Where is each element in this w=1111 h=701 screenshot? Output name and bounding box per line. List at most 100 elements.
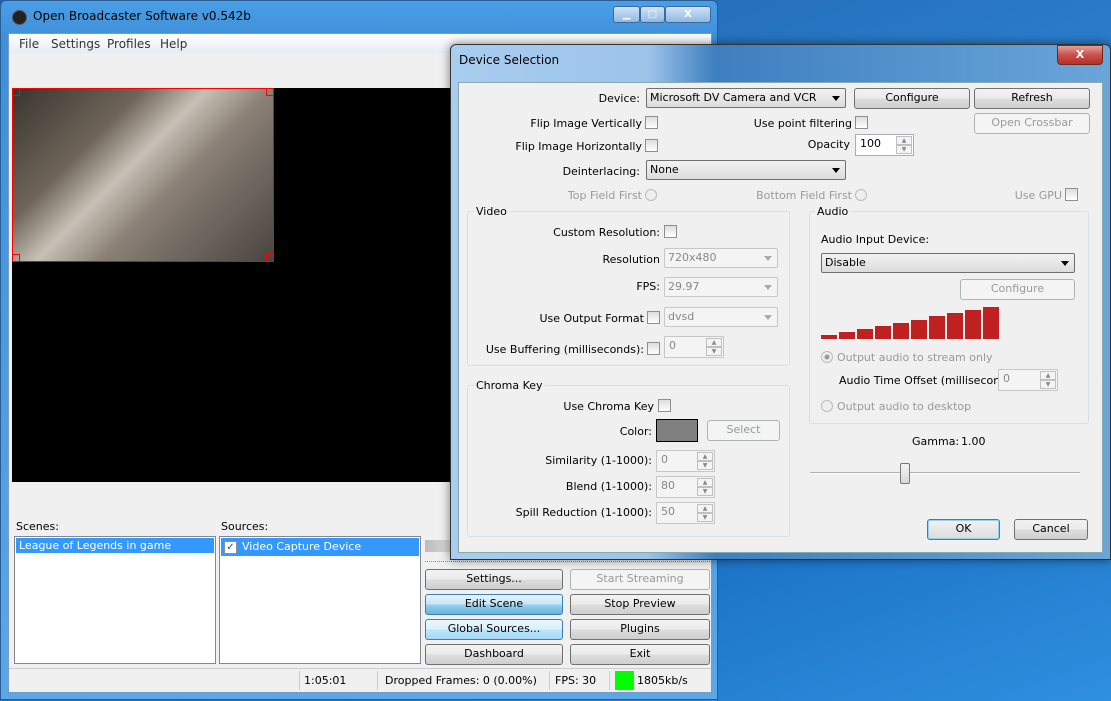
chevron-down-icon: [764, 285, 772, 290]
resize-handle[interactable]: [266, 254, 274, 262]
use-chroma-key-checkbox[interactable]: [658, 399, 671, 412]
buffering-spinner[interactable]: 0 ▲ ▼: [664, 336, 724, 358]
sources-list[interactable]: ✓ Video Capture Device: [219, 536, 421, 664]
menu-file[interactable]: File: [19, 37, 39, 51]
resolution-dropdown[interactable]: 720x480: [664, 248, 778, 268]
opacity-label: Opacity: [807, 138, 850, 151]
ok-button[interactable]: OK: [927, 519, 1000, 540]
buffering-checkbox[interactable]: [647, 342, 660, 355]
resize-handle[interactable]: [266, 88, 274, 96]
audio-configure-button[interactable]: Configure: [960, 279, 1075, 300]
chroma-key-group-title: Chroma Key: [474, 379, 545, 392]
audio-offset-spinner[interactable]: 0 ▲ ▼: [998, 369, 1058, 391]
output-format-checkbox[interactable]: [647, 311, 660, 324]
blend-label: Blend (1-1000):: [565, 480, 652, 493]
scene-item[interactable]: League of Legends in game: [16, 538, 214, 553]
scenes-list[interactable]: League of Legends in game: [14, 536, 216, 664]
menu-help[interactable]: Help: [160, 37, 187, 51]
plugins-button[interactable]: Plugins: [570, 619, 710, 640]
gamma-slider-thumb[interactable]: [899, 463, 910, 484]
spin-down-icon[interactable]: ▼: [697, 461, 713, 470]
maximize-button[interactable]: □: [640, 6, 665, 23]
meter-bar: [857, 328, 873, 339]
audio-input-dropdown[interactable]: Disable: [821, 253, 1075, 273]
gamma-slider-track[interactable]: [810, 472, 1080, 474]
spin-up-icon[interactable]: ▲: [697, 504, 713, 513]
output-format-value: dvsd: [668, 310, 695, 323]
edit-scene-button[interactable]: Edit Scene: [425, 594, 563, 615]
resize-handle[interactable]: [12, 88, 20, 96]
flip-horizontal-checkbox[interactable]: [645, 139, 658, 152]
source-checkbox[interactable]: ✓: [224, 540, 237, 554]
chroma-color-swatch[interactable]: [656, 419, 698, 442]
spin-up-icon[interactable]: ▲: [896, 136, 912, 145]
opacity-spinner[interactable]: 100 ▲ ▼: [855, 134, 914, 156]
sources-label: Sources:: [221, 520, 269, 533]
blend-spinner[interactable]: 80 ▲ ▼: [656, 476, 715, 498]
point-filtering-checkbox[interactable]: [855, 116, 868, 129]
bottom-field-first-label: Bottom Field First: [756, 189, 852, 202]
desktop-audio-radio[interactable]: [821, 400, 833, 412]
menu-profiles[interactable]: Profiles: [107, 37, 151, 51]
configure-button[interactable]: Configure: [854, 88, 970, 109]
spin-down-icon[interactable]: ▼: [1040, 380, 1056, 389]
spin-down-icon[interactable]: ▼: [697, 487, 713, 496]
stream-only-label: Output audio to stream only: [837, 351, 993, 364]
dashboard-button[interactable]: Dashboard: [425, 644, 563, 665]
similarity-spinner[interactable]: 0 ▲ ▼: [656, 450, 715, 472]
exit-button[interactable]: Exit: [570, 644, 710, 665]
top-field-first-radio[interactable]: [645, 189, 657, 201]
deinterlacing-label: Deinterlacing:: [562, 165, 640, 178]
spin-up-icon[interactable]: ▲: [697, 478, 713, 487]
use-chroma-key-label: Use Chroma Key: [563, 400, 654, 413]
fps-dropdown[interactable]: 29.97: [664, 277, 778, 297]
deinterlacing-dropdown[interactable]: None: [646, 160, 846, 180]
stream-only-radio[interactable]: [821, 351, 833, 363]
dropped-frames: Dropped Frames: 0 (0.00%): [385, 674, 537, 687]
global-sources-button[interactable]: Global Sources...: [425, 619, 563, 640]
device-dropdown[interactable]: Microsoft DV Camera and VCR: [646, 88, 846, 108]
chevron-down-icon: [832, 168, 840, 173]
color-label: Color:: [619, 425, 652, 438]
top-field-first-label: Top Field First: [567, 189, 642, 202]
desktop-audio-label: Output audio to desktop: [837, 400, 972, 413]
meter-bar: [929, 316, 945, 339]
menu-settings[interactable]: Settings: [51, 37, 100, 51]
device-label: Device:: [598, 92, 640, 105]
spin-up-icon[interactable]: ▲: [706, 338, 722, 347]
resize-handle[interactable]: [12, 254, 20, 262]
use-gpu-checkbox[interactable]: [1065, 188, 1078, 201]
spin-up-icon[interactable]: ▲: [697, 452, 713, 461]
refresh-button[interactable]: Refresh: [974, 88, 1090, 109]
audio-offset-label: Audio Time Offset (milliseconds): [839, 374, 1018, 387]
audio-input-label: Audio Input Device:: [821, 233, 930, 246]
start-streaming-button[interactable]: Start Streaming: [570, 569, 710, 590]
audio-volume-meter: [425, 540, 453, 552]
point-filtering-label: Use point filtering: [753, 117, 852, 130]
video-capture-preview[interactable]: [12, 88, 274, 262]
open-crossbar-button[interactable]: Open Crossbar: [974, 113, 1090, 134]
custom-resolution-checkbox[interactable]: [664, 225, 677, 238]
minimize-button[interactable]: ▁: [613, 6, 640, 23]
source-item[interactable]: ✓ Video Capture Device: [221, 538, 419, 556]
spin-up-icon[interactable]: ▲: [1040, 371, 1056, 380]
cancel-button[interactable]: Cancel: [1014, 519, 1088, 540]
spin-down-icon[interactable]: ▼: [706, 347, 722, 356]
close-button[interactable]: X: [665, 6, 711, 23]
spin-down-icon[interactable]: ▼: [896, 145, 912, 154]
spill-reduction-label: Spill Reduction (1-1000):: [515, 506, 652, 519]
stream-status-indicator: [615, 671, 634, 690]
stop-preview-button[interactable]: Stop Preview: [570, 594, 710, 615]
dialog-close-button[interactable]: X: [1057, 45, 1103, 65]
settings-button[interactable]: Settings...: [425, 569, 563, 590]
flip-vertical-checkbox[interactable]: [645, 116, 658, 129]
audio-group-title: Audio: [815, 205, 851, 218]
output-format-dropdown[interactable]: dvsd: [664, 307, 778, 327]
gamma-value: 1.00: [961, 435, 986, 448]
obs-logo-icon: [12, 10, 27, 25]
video-group-title: Video: [474, 205, 509, 218]
bottom-field-first-radio[interactable]: [855, 189, 867, 201]
spill-reduction-spinner[interactable]: 50 ▲ ▼: [656, 502, 715, 524]
select-color-button[interactable]: Select: [707, 420, 780, 441]
spin-down-icon[interactable]: ▼: [697, 513, 713, 522]
